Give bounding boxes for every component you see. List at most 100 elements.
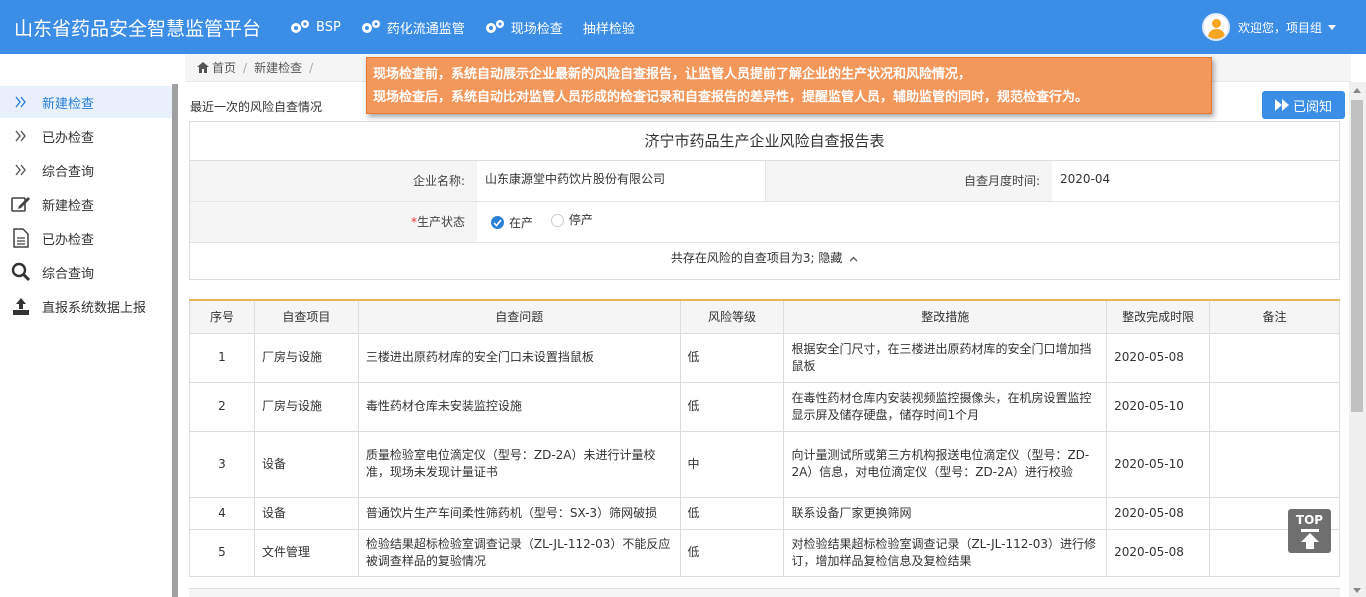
nav-sampling[interactable]: 抽样检验 — [583, 18, 635, 37]
table-row: 3 设备 质量检验室电位滴定仪（型号：ZD-2A）未进行计量校准，现场未发现计量… — [189, 430, 1340, 498]
breadcrumb-separator: / — [243, 60, 248, 75]
cell-no: 2 — [189, 381, 255, 432]
user-menu[interactable]: 欢迎您，项目组 — [1201, 13, 1336, 41]
read-acknowledge-label: 已阅知 — [1292, 99, 1332, 115]
chevron-up-icon — [849, 256, 858, 262]
cell-item: 设备 — [253, 430, 359, 498]
scroll-down-icon[interactable] — [1353, 588, 1361, 593]
sidebar-item-done-inspection[interactable]: 已办检查 — [0, 120, 172, 152]
nav-label: 药化流通监管 — [386, 21, 465, 37]
radio-empty-icon — [550, 213, 564, 227]
table-row: 5 文件管理 检验结果超标检验室调查记录（ZL-JL-112-03）不能反应被调… — [189, 528, 1340, 577]
fast-forward-icon — [1274, 99, 1289, 111]
gear-icon — [361, 20, 380, 33]
cell-deadline: 2020-05-10 — [1106, 381, 1211, 432]
cell-level: 低 — [679, 332, 785, 383]
platform-title: 山东省药品安全智慧监管平台 — [14, 17, 262, 40]
cell-issue: 毒性药材仓库未安装监控设施 — [357, 381, 681, 432]
month-label: 自查月度时间: — [765, 161, 1052, 201]
status-radio-off[interactable]: 停产 — [550, 202, 593, 238]
sidebar-item-done-inspection-2[interactable]: 已办检查 — [0, 222, 172, 254]
nav-label: 抽样检验 — [582, 21, 635, 37]
cell-issue: 普通饮片生产车间柔性筛药机（型号：SX-3）筛网破损 — [357, 496, 681, 530]
table-row: 2 厂房与设施 毒性药材仓库未安装监控设施 低 在毒性药材仓库内安装视频监控摄像… — [189, 381, 1340, 432]
cell-no: 5 — [189, 528, 255, 577]
user-welcome: 欢迎您，项目组 — [1237, 20, 1322, 35]
nav-onsite-inspection[interactable]: 现场检查 — [485, 18, 563, 37]
table-header-row: 序号 自查项目 自查问题 风险等级 整改措施 整改完成时限 备注 — [189, 299, 1340, 334]
report-row-company: 企业名称: 山东康源堂中药饮片股份有限公司 自查月度时间: 2020-04 — [190, 161, 1339, 202]
company-label: 企业名称: — [190, 161, 477, 201]
sidebar-item-new-inspection-2[interactable]: 新建检查 — [0, 188, 172, 220]
cell-deadline: 2020-05-08 — [1106, 528, 1211, 577]
cell-deadline: 2020-05-08 — [1106, 332, 1211, 383]
sidebar-item-label: 已办检查 — [42, 130, 95, 146]
cell-remark — [1209, 430, 1340, 498]
report-title: 济宁市药品生产企业风险自查报告表 — [190, 122, 1339, 161]
read-acknowledge-button[interactable]: 已阅知 — [1262, 91, 1345, 119]
col-header-level: 风险等级 — [679, 299, 785, 334]
nav-label: 现场检查 — [510, 21, 563, 37]
sidebar-item-query-2[interactable]: 综合查询 — [0, 256, 172, 288]
status-label: 生产状态 — [416, 215, 465, 229]
cell-deadline: 2020-05-10 — [1106, 430, 1211, 498]
self-check-report: 济宁市药品生产企业风险自查报告表 企业名称: 山东康源堂中药饮片股份有限公司 自… — [189, 121, 1340, 280]
cell-measure: 对检验结果超标检验室调查记录（ZL-JL-112-03）进行修订，增加样品复检信… — [783, 528, 1108, 577]
col-header-item: 自查项目 — [253, 299, 359, 334]
cell-no: 4 — [189, 496, 255, 530]
col-header-issue: 自查问题 — [357, 299, 681, 334]
cell-level: 中 — [679, 430, 785, 498]
edit-icon — [0, 195, 42, 213]
cell-item: 厂房与设施 — [253, 332, 359, 383]
scroll-up-icon[interactable] — [1353, 88, 1361, 93]
cell-measure: 联系设备厂家更换筛网 — [783, 496, 1108, 530]
nav-drug-circulation[interactable]: 药化流通监管 — [361, 18, 465, 37]
nav-bsp[interactable]: BSP — [290, 19, 341, 35]
status-off-label: 停产 — [568, 213, 593, 227]
double-chevron-right-icon — [0, 96, 42, 108]
search-icon — [0, 262, 42, 282]
sidebar-item-label: 新建检查 — [42, 198, 95, 214]
cell-measure: 向计量测试所或第三方机构报送电位滴定仪（型号：ZD-2A）信息，对电位滴定仪（型… — [783, 430, 1108, 498]
col-header-no: 序号 — [189, 299, 255, 334]
cell-deadline: 2020-05-08 — [1106, 496, 1211, 530]
table-row: 1 厂房与设施 三楼进出原药材库的安全门口未设置挡鼠板 低 根据安全门尺寸，在三… — [189, 332, 1340, 383]
cell-no: 1 — [189, 332, 255, 383]
back-to-top-label: TOP — [1295, 513, 1324, 527]
double-chevron-right-icon — [0, 130, 42, 142]
breadcrumb-home[interactable]: 首页 — [212, 59, 236, 76]
breadcrumb-separator: / — [309, 60, 314, 75]
status-label-cell: *生产状态 — [190, 202, 477, 242]
table-row: 4 设备 普通饮片生产车间柔性筛药机（型号：SX-3）筛网破损 低 联系设备厂家… — [189, 496, 1340, 530]
cell-item: 设备 — [253, 496, 359, 530]
top-nav: BSP 药化流通监管 现场检查 抽样检验 — [290, 0, 655, 54]
cell-no: 3 — [189, 430, 255, 498]
home-icon — [197, 62, 209, 73]
arrow-up-icon — [1300, 529, 1319, 549]
sidebar-item-direct-report[interactable]: 直报系统数据上报 — [0, 290, 172, 322]
col-header-measure: 整改措施 — [783, 299, 1108, 334]
sidebar-item-new-inspection[interactable]: 新建检查 — [0, 86, 172, 118]
page-scrollbar[interactable] — [1349, 82, 1366, 597]
col-header-remark: 备注 — [1209, 299, 1340, 334]
banner-line-1: 现场检查前，系统自动展示企业最新的风险自查报告，让监管人员提前了解企业的生产状况… — [373, 67, 972, 82]
report-row-status: *生产状态 在产 停产 — [190, 202, 1339, 243]
risk-summary[interactable]: 共存在风险的自查项目为3; 隐藏 — [190, 243, 1339, 273]
cell-issue: 检验结果超标检验室调查记录（ZL-JL-112-03）不能反应被调查样品的复验情… — [357, 528, 681, 577]
gear-icon — [291, 20, 309, 33]
status-options: 在产 停产 — [477, 202, 1339, 242]
nav-label: BSP — [316, 19, 341, 35]
sidebar-item-query[interactable]: 综合查询 — [0, 154, 172, 186]
check-icon — [491, 216, 504, 229]
status-on-label: 在产 — [509, 215, 534, 230]
status-radio-on[interactable]: 在产 — [491, 205, 533, 241]
sidebar: 新建检查 已办检查 综合查询 新建检查 已办检查 综合查询 直报系统数据上报 — [0, 54, 178, 597]
cell-remark — [1209, 381, 1340, 432]
annotation-banner: 现场检查前，系统自动展示企业最新的风险自查报告，让监管人员提前了解企业的生产状况… — [366, 57, 1212, 114]
next-section-edge — [189, 588, 1340, 597]
chevron-down-icon — [1328, 24, 1336, 30]
scrollbar-thumb[interactable] — [1351, 100, 1363, 412]
avatar — [1201, 13, 1230, 41]
sidebar-scrollbar[interactable] — [172, 84, 178, 597]
back-to-top-button[interactable]: TOP — [1288, 509, 1331, 553]
